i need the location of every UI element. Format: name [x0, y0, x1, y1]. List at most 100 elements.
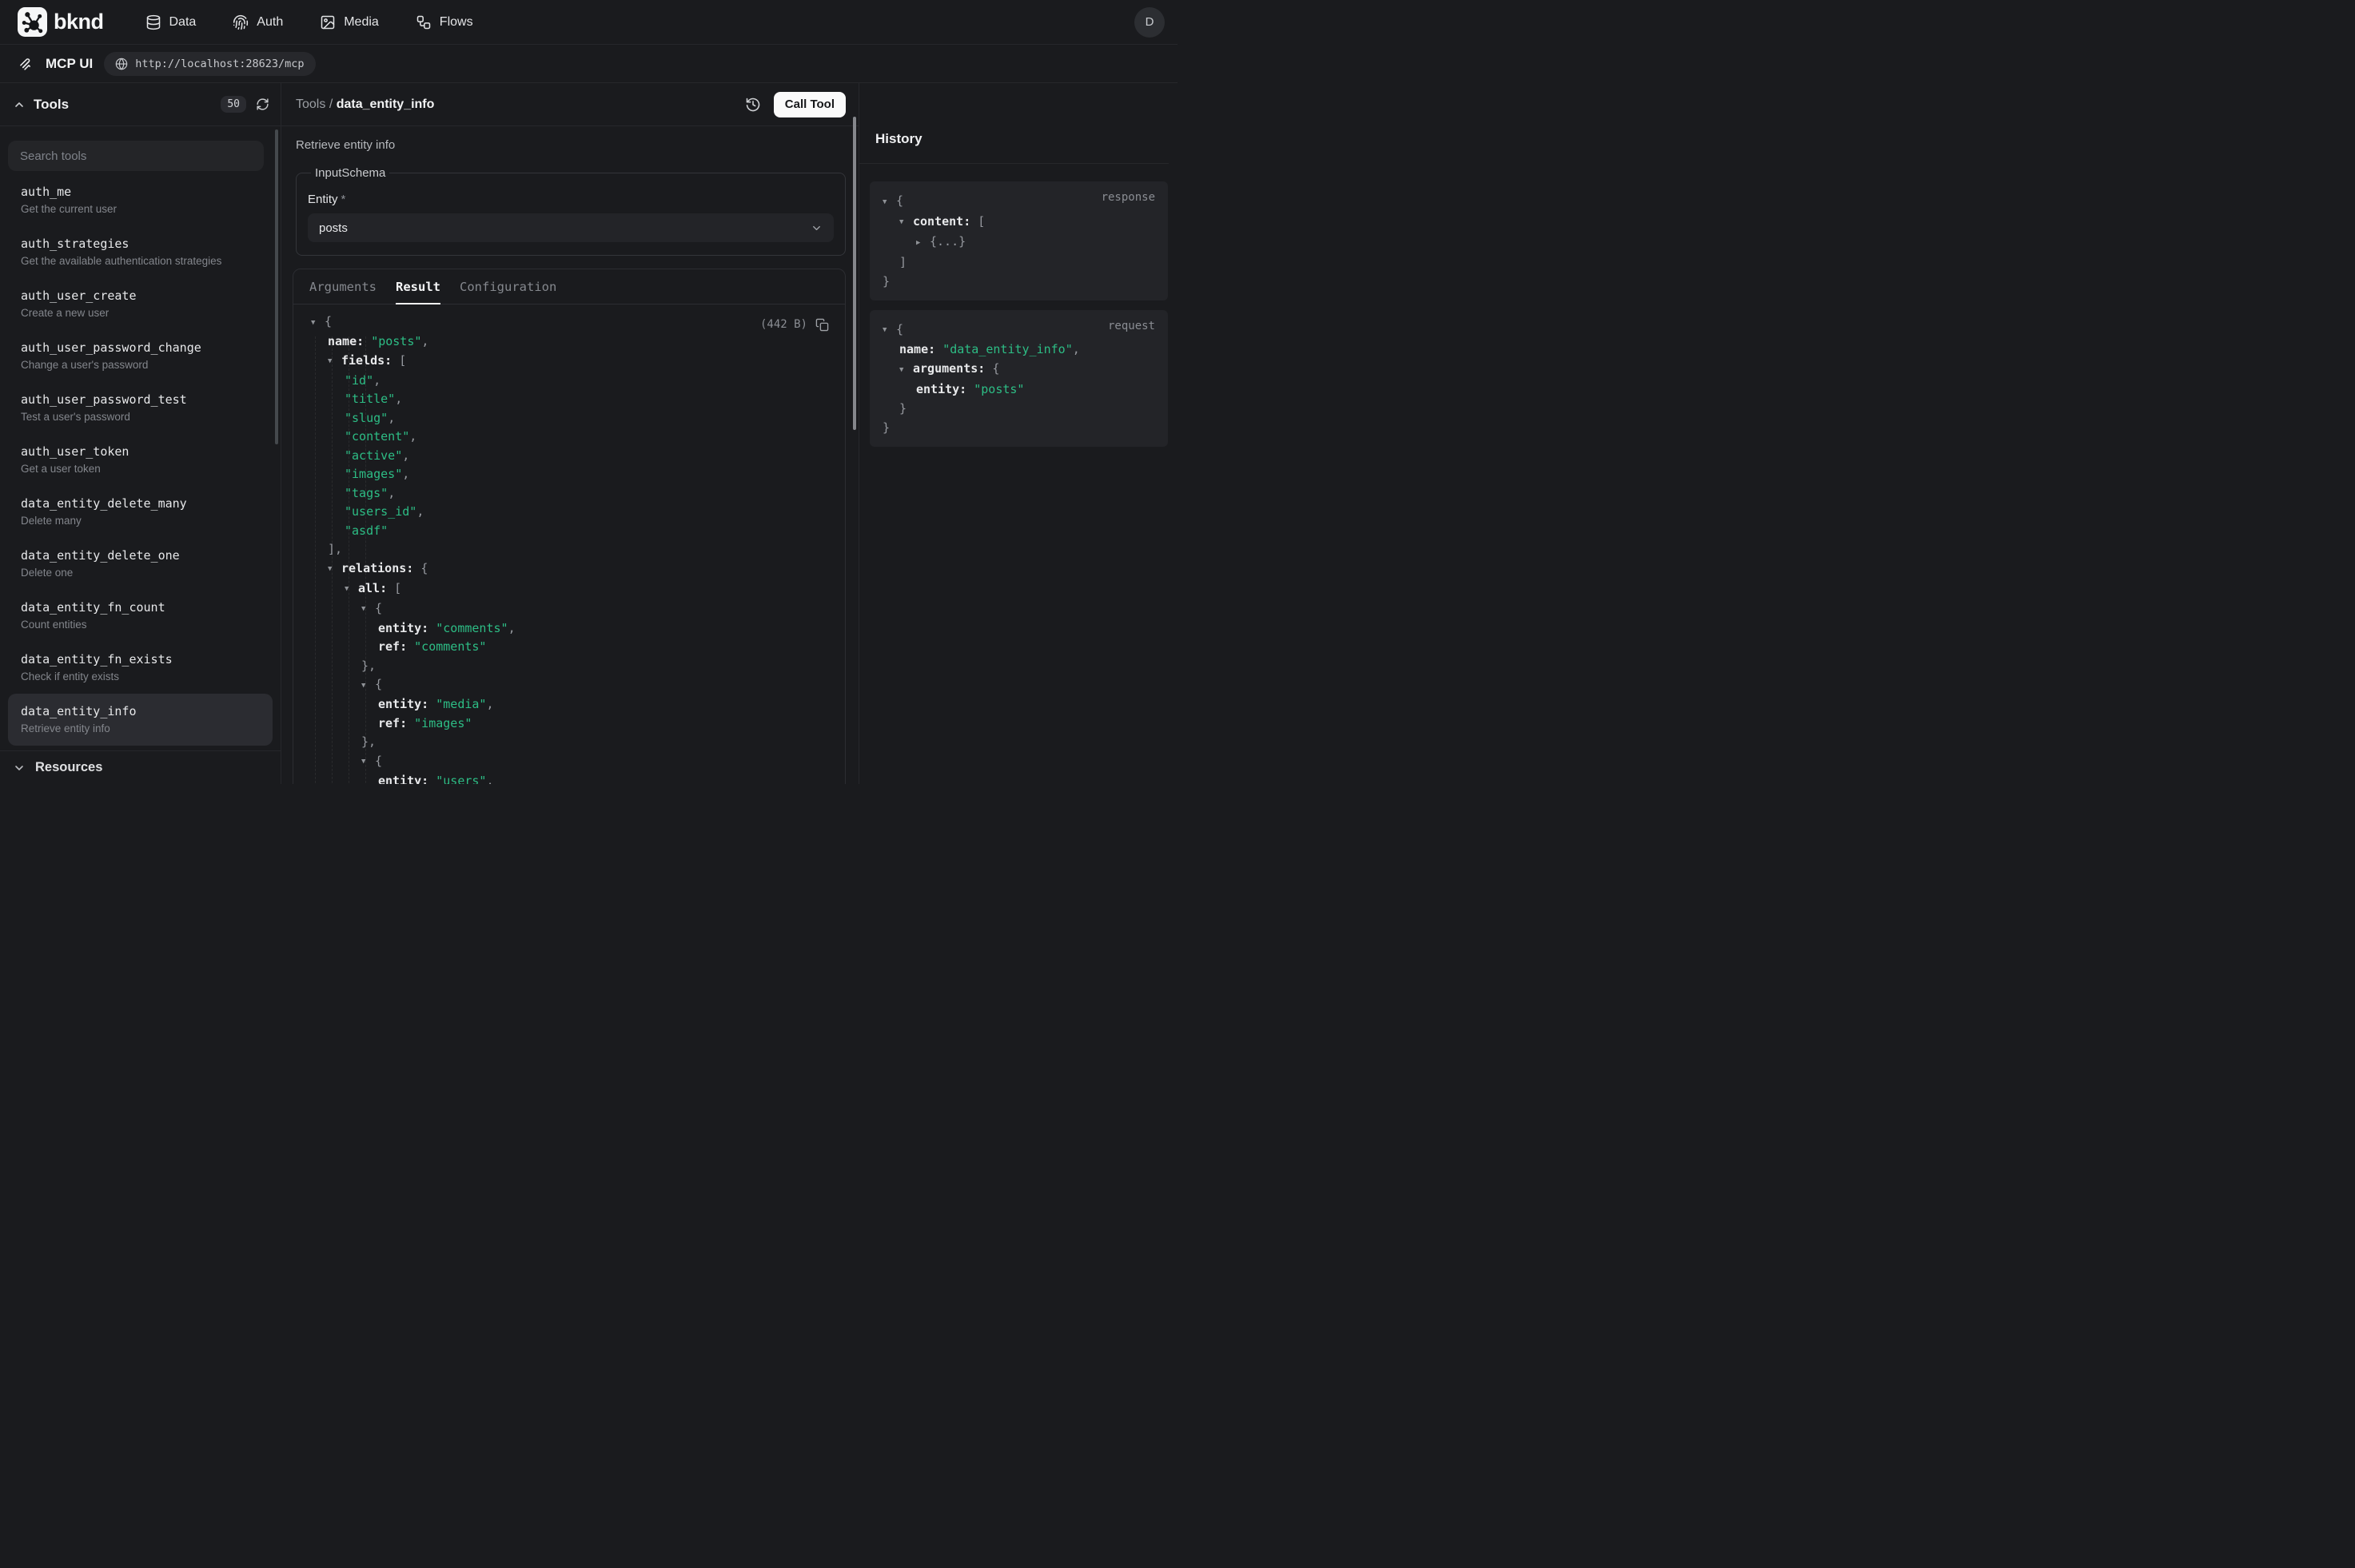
json-key: name: [328, 334, 371, 348]
tab-result[interactable]: Result [396, 269, 440, 304]
result-card: ArgumentsResultConfiguration (442 B) ▼{n… [293, 269, 846, 784]
history-json-viewer: ▼{▼content: [▶{...}]} [870, 181, 1168, 300]
nav-item-label: Data [169, 15, 197, 30]
json-punct: { [420, 561, 428, 575]
main-scrollbar[interactable] [853, 117, 856, 430]
tools-section-header[interactable]: Tools 50 [0, 83, 281, 126]
json-line: ▼content: [ [883, 212, 1157, 233]
json-punct: , [402, 467, 409, 481]
refresh-icon [256, 98, 269, 111]
sidebar-scrollbar[interactable] [275, 129, 278, 444]
tool-item-data_entity_delete_one[interactable]: data_entity_delete_oneDelete one [8, 538, 273, 590]
json-string: "id" [345, 373, 373, 388]
tools-count-badge: 50 [221, 96, 246, 113]
tool-item-auth_user_token[interactable]: auth_user_tokenGet a user token [8, 434, 273, 486]
json-punct: ], [328, 542, 342, 556]
json-punct: { [375, 601, 382, 615]
json-line: ▼{ [883, 191, 1157, 212]
json-key: entity: [378, 697, 436, 711]
json-string: "title" [345, 392, 395, 406]
tool-item-auth_strategies[interactable]: auth_strategiesGet the available authent… [8, 226, 273, 278]
chevron-down-icon [13, 762, 26, 774]
search-input[interactable] [8, 141, 264, 171]
json-punct: } [883, 274, 890, 289]
expand-node-icon[interactable]: ▶ [916, 233, 930, 253]
entity-select-value: posts [319, 221, 811, 235]
json-line: } [883, 418, 1157, 437]
json-key: content: [913, 214, 978, 229]
history-title: History [859, 83, 1169, 147]
nav-item-label: Auth [257, 15, 283, 30]
globe-icon [115, 58, 128, 70]
json-punct: { [992, 361, 999, 376]
collapse-node-icon[interactable]: ▼ [361, 677, 375, 696]
brand-logo[interactable]: bknd [18, 7, 104, 37]
json-line: ▼fields: [ [311, 352, 829, 372]
collapse-node-icon[interactable]: ▼ [328, 352, 341, 372]
nav-item-data[interactable]: Data [145, 14, 197, 30]
json-key: all: [358, 581, 394, 595]
collapse-node-icon[interactable]: ▼ [345, 580, 358, 599]
tab-configuration[interactable]: Configuration [460, 269, 556, 304]
json-string: "slug" [345, 411, 388, 425]
collapse-node-icon[interactable]: ▼ [899, 360, 913, 380]
json-key: arguments: [913, 361, 992, 376]
fingerprint-icon [233, 14, 249, 30]
input-schema-fieldset: InputSchema Entity* posts [296, 166, 846, 256]
entity-select[interactable]: posts [308, 213, 834, 242]
resources-section-header[interactable]: Resources [0, 750, 281, 784]
json-punct: { [896, 322, 903, 336]
nav-item-label: Media [344, 15, 379, 30]
json-line: }, [311, 733, 829, 752]
json-line: "title", [311, 390, 829, 409]
tab-arguments[interactable]: Arguments [309, 269, 377, 304]
collapse-node-icon[interactable]: ▼ [883, 193, 896, 212]
tool-name: auth_strategies [21, 236, 260, 252]
json-key: fields: [341, 353, 399, 368]
json-line: ▼{ [883, 320, 1157, 340]
nav-item-flows[interactable]: Flows [416, 14, 473, 30]
json-punct: , [1073, 342, 1080, 356]
tool-description: Test a user's password [21, 410, 260, 424]
json-string: "comments" [436, 621, 508, 635]
mcp-subheader: MCP UI http://localhost:28623/mcp [0, 45, 1178, 83]
nav-item-media[interactable]: Media [320, 14, 379, 30]
json-string: "data_entity_info" [942, 342, 1073, 356]
collapse-node-icon[interactable]: ▼ [361, 753, 375, 772]
collapse-node-icon[interactable]: ▼ [361, 600, 375, 619]
collapse-node-icon[interactable]: ▼ [883, 320, 896, 340]
nav-item-auth[interactable]: Auth [233, 14, 283, 30]
tool-item-data_entity_fn_count[interactable]: data_entity_fn_countCount entities [8, 590, 273, 642]
tool-item-auth_user_create[interactable]: auth_user_createCreate a new user [8, 278, 273, 330]
json-punct: , [395, 392, 402, 406]
refresh-tools-button[interactable] [256, 98, 269, 111]
collapse-node-icon[interactable]: ▼ [899, 213, 913, 232]
avatar[interactable]: D [1134, 7, 1165, 38]
history-entry-request[interactable]: request▼{name: "data_entity_info",▼argum… [870, 310, 1168, 447]
call-tool-button[interactable]: Call Tool [774, 92, 846, 117]
json-punct: , [486, 697, 493, 711]
tool-item-data_entity_delete_many[interactable]: data_entity_delete_manyDelete many [8, 486, 273, 538]
json-key: ref: [378, 716, 414, 730]
json-string: "images" [345, 467, 402, 481]
collapse-node-icon[interactable]: ▼ [311, 314, 325, 333]
json-line: "active", [311, 447, 829, 466]
tool-item-auth_me[interactable]: auth_meGet the current user [8, 174, 273, 226]
breadcrumb-section[interactable]: Tools [296, 98, 325, 111]
tool-list: auth_meGet the current userauth_strategi… [0, 174, 281, 750]
tool-name: auth_user_create [21, 288, 260, 304]
history-toggle-button[interactable] [745, 97, 761, 113]
server-url-pill[interactable]: http://localhost:28623/mcp [104, 52, 315, 76]
tool-item-auth_user_password_test[interactable]: auth_user_password_testTest a user's pas… [8, 382, 273, 434]
brand-name: bknd [54, 10, 104, 34]
json-string: "media" [436, 697, 486, 711]
tool-item-auth_user_password_change[interactable]: auth_user_password_changeChange a user's… [8, 330, 273, 382]
collapse-node-icon[interactable]: ▼ [328, 560, 341, 579]
tool-item-data_entity_info[interactable]: data_entity_infoRetrieve entity info [8, 694, 273, 746]
tool-name: data_entity_delete_one [21, 547, 260, 563]
history-panel: History response▼{▼content: [▶{...}]}req… [859, 83, 1178, 784]
json-string: "asdf" [345, 523, 388, 538]
tool-item-data_entity_fn_exists[interactable]: data_entity_fn_existsCheck if entity exi… [8, 642, 273, 694]
json-line: } [883, 399, 1157, 418]
history-entry-response[interactable]: response▼{▼content: [▶{...}]} [870, 181, 1168, 300]
